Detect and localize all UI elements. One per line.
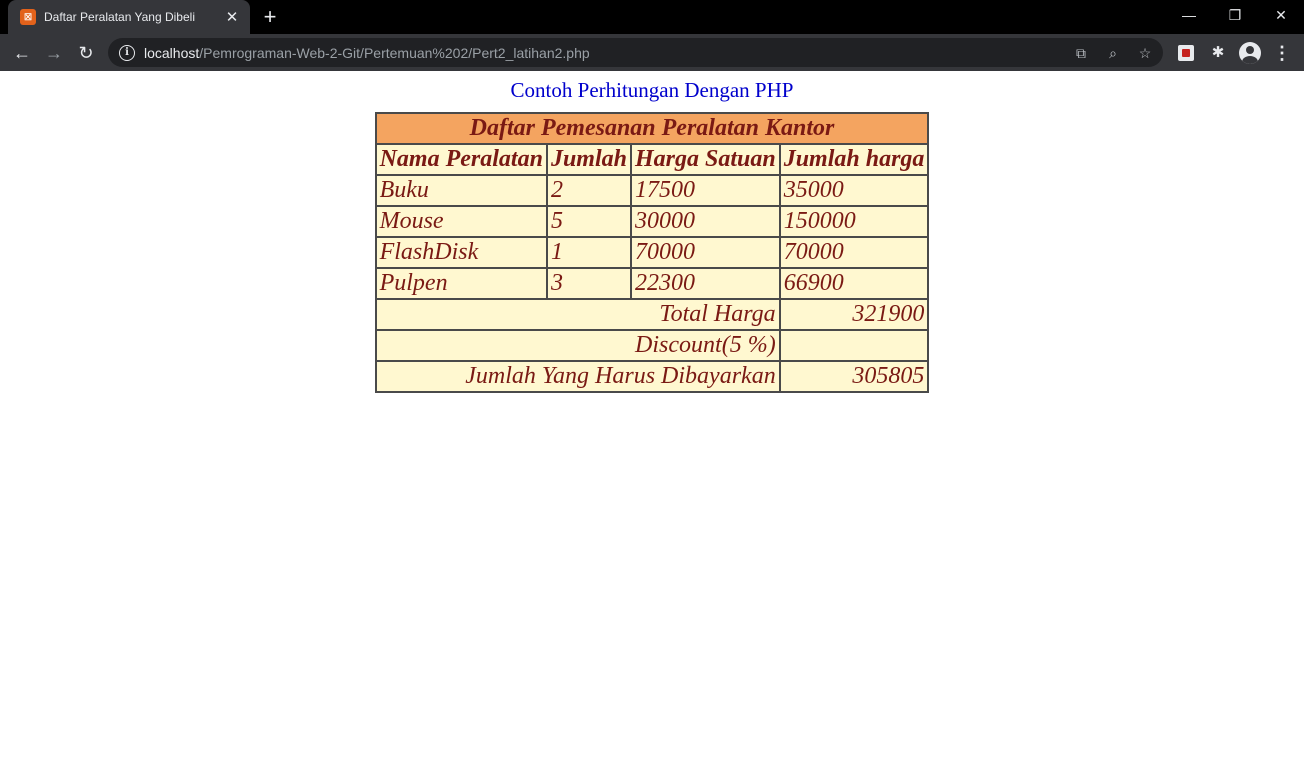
address-bar[interactable]: i localhost/Pemrograman-Web-2-Git/Pertem…	[108, 38, 1163, 67]
cell-line-total: 66900	[778, 267, 930, 300]
total-row: Total Harga 321900	[374, 298, 930, 331]
menu-kebab-icon[interactable]: ⋮	[1269, 40, 1295, 66]
table-caption: Daftar Pemesanan Peralatan Kantor	[374, 112, 930, 145]
cell-quantity: 2	[545, 174, 632, 207]
close-window-icon[interactable]: ✕	[1258, 0, 1304, 30]
cell-quantity: 1	[545, 236, 632, 269]
discount-value	[778, 329, 930, 362]
amount-due-label: Jumlah Yang Harus Dibayarkan	[374, 360, 781, 393]
order-table: Daftar Pemesanan Peralatan Kantor Nama P…	[374, 112, 930, 393]
back-icon[interactable]: ←	[9, 40, 35, 66]
cell-item-name: Mouse	[374, 205, 548, 238]
minimize-icon[interactable]: —	[1166, 0, 1212, 30]
restore-icon[interactable]: ❐	[1212, 0, 1258, 30]
cell-unit-price: 70000	[629, 236, 781, 269]
cell-line-total: 70000	[778, 236, 930, 269]
cell-line-total: 35000	[778, 174, 930, 207]
xampp-favicon-icon: ☒	[20, 9, 36, 25]
table-header-row: Nama Peralatan Jumlah Harga Satuan Jumla…	[374, 143, 930, 176]
page-heading: Contoh Perhitungan Dengan PHP	[510, 78, 794, 102]
url-path: /Pemrograman-Web-2-Git/Pertemuan%202/Per…	[199, 44, 590, 61]
browser-chrome: ☒ Daftar Peralatan Yang Dibeli ✕ + — ❐ ✕…	[0, 0, 1304, 71]
amount-due-value: 305805	[778, 360, 930, 393]
cell-unit-price: 22300	[629, 267, 781, 300]
total-value: 321900	[778, 298, 930, 331]
header-harga-satuan: Harga Satuan	[629, 143, 781, 176]
table-row: Mouse 5 30000 150000	[374, 205, 930, 238]
site-info-icon[interactable]: i	[119, 44, 135, 61]
cell-line-total: 150000	[778, 205, 930, 238]
cell-quantity: 5	[545, 205, 632, 238]
tab-strip: ☒ Daftar Peralatan Yang Dibeli ✕ + — ❐ ✕	[0, 0, 1304, 34]
zoom-icon[interactable]: ⌕	[1102, 42, 1124, 64]
extensions-puzzle-icon[interactable]: ✱	[1205, 40, 1231, 66]
profile-avatar-icon[interactable]	[1237, 40, 1263, 66]
table-row: Buku 2 17500 35000	[374, 174, 930, 207]
new-tab-icon[interactable]: +	[256, 4, 284, 30]
extension-icon[interactable]	[1173, 40, 1199, 66]
cell-unit-price: 30000	[629, 205, 781, 238]
table-row: Pulpen 3 22300 66900	[374, 267, 930, 300]
table-row: FlashDisk 1 70000 70000	[374, 236, 930, 269]
browser-tab[interactable]: ☒ Daftar Peralatan Yang Dibeli ✕	[8, 0, 250, 34]
tab-close-icon[interactable]: ✕	[220, 8, 244, 26]
cell-item-name: Pulpen	[374, 267, 548, 300]
cell-unit-price: 17500	[629, 174, 781, 207]
cell-item-name: FlashDisk	[374, 236, 548, 269]
header-nama-peralatan: Nama Peralatan	[374, 143, 548, 176]
browser-toolbar: ← → ↻ i localhost/Pemrograman-Web-2-Git/…	[0, 34, 1304, 71]
url-text[interactable]: localhost/Pemrograman-Web-2-Git/Pertemua…	[144, 45, 590, 61]
page-content: Contoh Perhitungan Dengan PHP Daftar Pem…	[0, 71, 1304, 768]
reload-icon[interactable]: ↻	[73, 40, 99, 66]
header-jumlah: Jumlah	[545, 143, 632, 176]
cell-item-name: Buku	[374, 174, 548, 207]
url-host: localhost	[144, 44, 200, 61]
tab-title: Daftar Peralatan Yang Dibeli	[44, 10, 195, 24]
translate-icon[interactable]: ⧉	[1070, 42, 1092, 64]
forward-icon[interactable]: →	[41, 40, 67, 66]
discount-label: Discount(5 %)	[374, 329, 781, 362]
amount-due-row: Jumlah Yang Harus Dibayarkan 305805	[374, 360, 930, 393]
total-label: Total Harga	[374, 298, 781, 331]
cell-quantity: 3	[545, 267, 632, 300]
bookmark-star-icon[interactable]: ☆	[1134, 42, 1156, 64]
header-jumlah-harga: Jumlah harga	[778, 143, 930, 176]
discount-row: Discount(5 %)	[374, 329, 930, 362]
